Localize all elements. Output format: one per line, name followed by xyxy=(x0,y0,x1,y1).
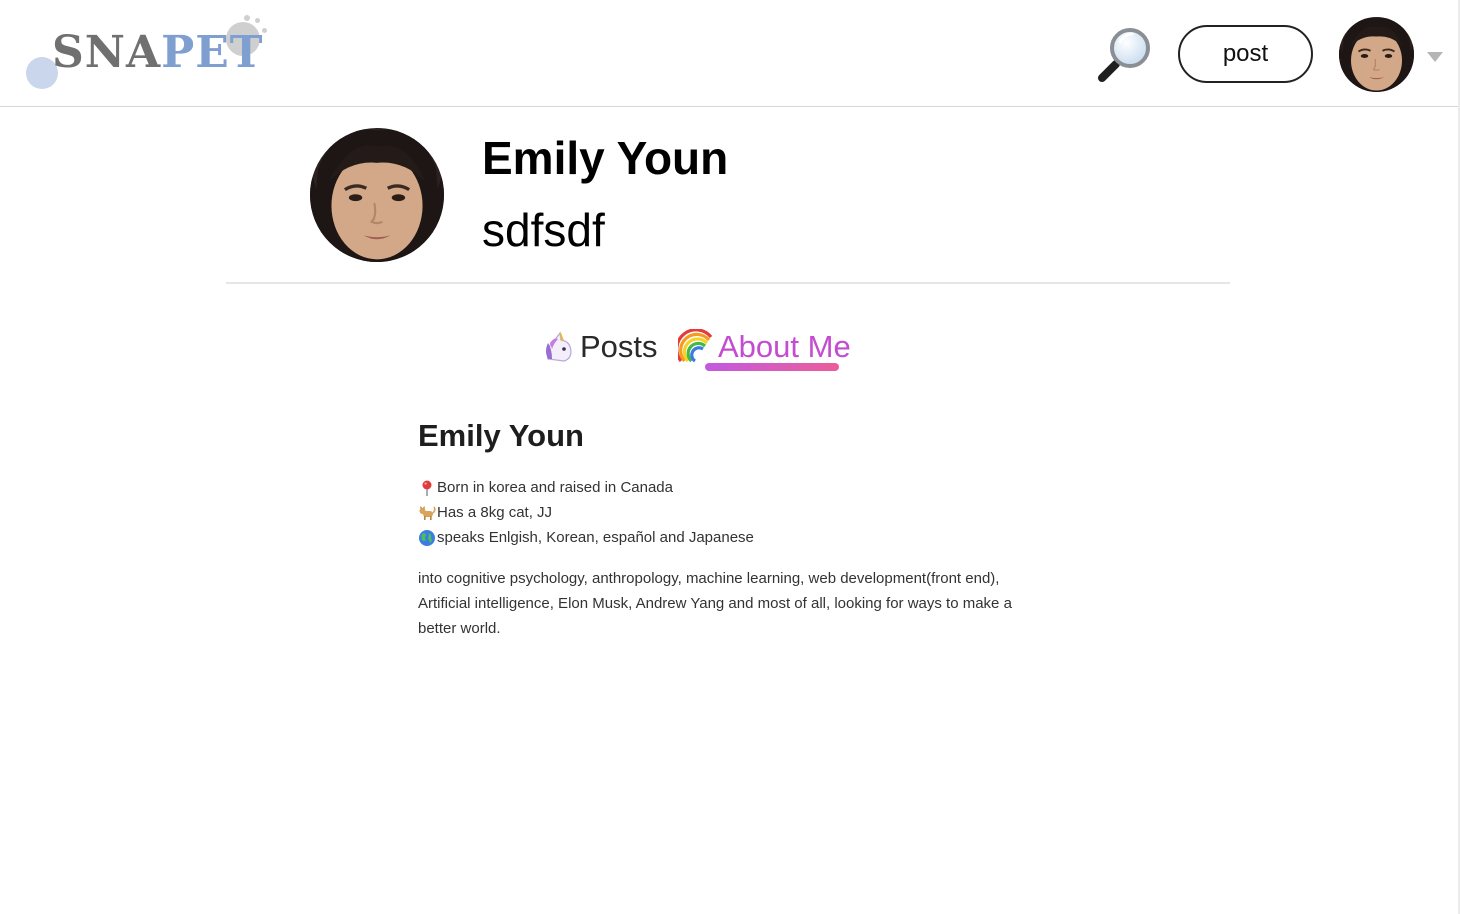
logo-text-part2: PET xyxy=(161,27,264,78)
rainbow-icon xyxy=(675,328,714,365)
about-bio-line: into cognitive psychology, anthropology,… xyxy=(418,570,1000,587)
logo-dot-small xyxy=(255,18,260,23)
active-tab-indicator xyxy=(705,363,839,371)
about-bio-line: better world. xyxy=(418,620,501,637)
avatar-photo xyxy=(1339,17,1414,92)
about-fact-text: speaks Enlgish, Korean, español and Japa… xyxy=(437,529,754,546)
search-button[interactable] xyxy=(1096,24,1156,84)
profile-handle: sdfsdf xyxy=(482,204,605,256)
cat-icon xyxy=(418,504,436,522)
profile-avatar xyxy=(310,128,444,262)
logo-wordmark: SNAPET xyxy=(52,28,264,78)
profile-name: Emily Youn xyxy=(482,132,729,184)
about-fact-text: Born in korea and raised in Canada xyxy=(437,479,673,496)
chevron-down-icon[interactable] xyxy=(1427,52,1443,62)
top-navbar: SNAPET post xyxy=(0,0,1460,107)
account-avatar[interactable] xyxy=(1339,17,1414,92)
magnifier-icon xyxy=(1098,28,1150,82)
globe-icon xyxy=(418,529,436,547)
snapet-logo[interactable]: SNAPET xyxy=(24,12,274,92)
about-fact-text: Has a 8kg cat, JJ xyxy=(437,504,553,521)
about-fact: Has a 8kg cat, JJ xyxy=(418,500,552,525)
profile-divider xyxy=(226,282,1230,284)
tab-about-me-label: About Me xyxy=(718,329,851,364)
logo-dot-small xyxy=(244,15,250,21)
logo-text-part1: SNA xyxy=(52,27,162,78)
about-fact: speaks Enlgish, Korean, español and Japa… xyxy=(418,525,754,550)
pin-icon xyxy=(418,479,436,497)
about-fact: Born in korea and raised in Canada xyxy=(418,475,673,500)
tab-posts-label: Posts xyxy=(580,329,658,364)
post-button[interactable]: post xyxy=(1178,25,1313,83)
about-bio: into cognitive psychology, anthropology,… xyxy=(418,566,1068,641)
profile-photo xyxy=(310,128,444,262)
unicorn-icon xyxy=(540,329,576,365)
about-title: Emily Youn xyxy=(418,418,584,453)
tab-posts[interactable]: Posts xyxy=(540,322,658,372)
about-bio-line: Artificial intelligence, Elon Musk, Andr… xyxy=(418,595,1012,612)
